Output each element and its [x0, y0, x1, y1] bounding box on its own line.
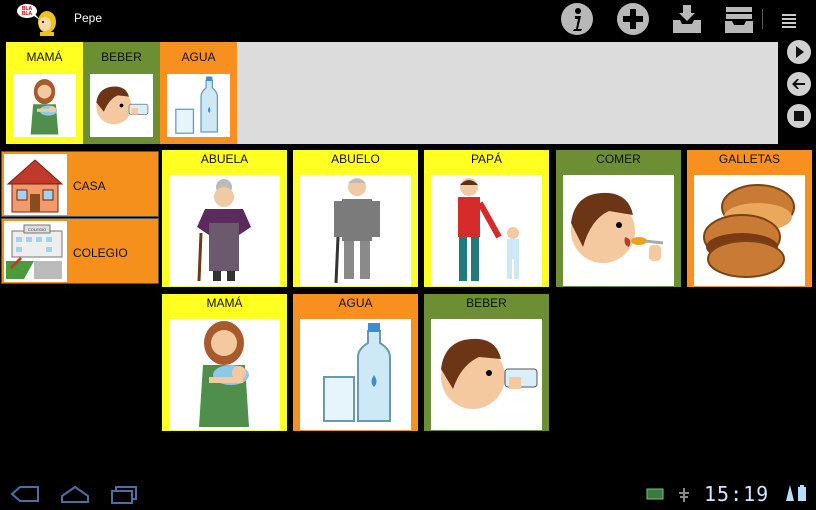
- wifi-icon: [786, 485, 794, 501]
- father-icon: [458, 178, 519, 281]
- sentence-card-mama[interactable]: MAMÁ: [6, 42, 83, 144]
- school-sign: COLEGIO: [28, 227, 46, 232]
- picto-card-agua[interactable]: AGUA: [293, 294, 418, 431]
- sentence-card-agua[interactable]: AGUA: [160, 42, 237, 144]
- mother-baby-picto: [13, 74, 76, 137]
- cookies-icon: [703, 184, 795, 278]
- picto-card-beber[interactable]: BEBER: [424, 294, 549, 431]
- picto-card-abuelo[interactable]: ABUELO: [293, 150, 418, 287]
- eat-picto: [563, 175, 674, 286]
- app-logo: BLA BLA: [17, 4, 56, 36]
- card-label: MAMÁ: [206, 296, 243, 310]
- add-icon[interactable]: [616, 2, 650, 36]
- school-picto: COLEGIO: [4, 221, 67, 282]
- category-casa[interactable]: CASA: [1, 151, 159, 217]
- play-button[interactable]: [787, 40, 811, 64]
- home-nav-button[interactable]: [58, 484, 92, 504]
- mother-baby-icon: [199, 321, 249, 427]
- archive-icon[interactable]: [722, 2, 756, 36]
- back-nav-button[interactable]: [8, 484, 42, 504]
- eat-icon: [571, 192, 664, 263]
- grandmother-icon: [197, 179, 251, 282]
- grandmother-picto: [169, 175, 280, 286]
- card-label: AGUA: [338, 296, 373, 310]
- card-label: BEBER: [466, 296, 507, 310]
- card-label: COMER: [596, 152, 641, 166]
- grandfather-icon: [334, 178, 380, 284]
- sentence-card-beber[interactable]: BEBER: [83, 42, 160, 144]
- recent-apps-button[interactable]: [108, 484, 142, 504]
- card-label: AGUA: [181, 50, 216, 64]
- house-picto: [4, 154, 67, 215]
- info-icon[interactable]: [560, 2, 594, 36]
- clock[interactable]: 15:19: [704, 482, 769, 506]
- toolbar-separator: [762, 9, 763, 29]
- grandfather-picto: [300, 175, 411, 286]
- home-nav-icon: [61, 485, 89, 503]
- picto-card-comer[interactable]: COMER: [556, 150, 681, 287]
- app-window: BLA BLA Pepe MAMÁ BEBER AGUA CASA COLEGI…: [0, 0, 816, 510]
- category-colegio[interactable]: COLEGIO COLEGIO: [1, 218, 159, 284]
- drink-picto: [431, 319, 542, 430]
- card-label: BEBER: [101, 50, 142, 64]
- back-button[interactable]: [787, 72, 811, 96]
- picto-card-abuela[interactable]: ABUELA: [162, 150, 287, 287]
- card-label: GALLETAS: [718, 152, 781, 166]
- picto-card-mama[interactable]: MAMÁ: [162, 294, 287, 431]
- category-label: CASA: [73, 179, 106, 193]
- cookies-picto: [694, 175, 805, 286]
- action-bar: BLA BLA Pepe: [0, 0, 816, 38]
- inbox-icon[interactable]: [670, 2, 704, 36]
- father-picto: [431, 175, 542, 286]
- menu-icon[interactable]: [778, 8, 802, 32]
- card-label: ABUELA: [200, 152, 249, 166]
- sentence-strip[interactable]: MAMÁ BEBER AGUA: [6, 42, 778, 144]
- water-picto: [167, 74, 230, 137]
- back-icon: [792, 79, 805, 89]
- user-name: Pepe: [74, 11, 103, 25]
- card-label: MAMÁ: [26, 50, 63, 64]
- card-label: PAPÁ: [470, 152, 503, 166]
- battery-icon: [798, 485, 806, 501]
- picto-card-galletas[interactable]: GALLETAS: [687, 150, 812, 287]
- school-icon: COLEGIO: [6, 224, 63, 279]
- drink-icon: [96, 86, 149, 125]
- mother-baby-icon: [30, 79, 59, 135]
- drink-picto: [90, 74, 153, 137]
- card-label: ABUELO: [331, 152, 380, 166]
- stop-icon: [794, 111, 804, 121]
- back-nav-icon: [10, 486, 39, 502]
- system-nav-bar: 15:19: [0, 478, 816, 510]
- picto-card-papa[interactable]: PAPÁ: [424, 150, 549, 287]
- water-picto: [300, 319, 411, 430]
- mother-baby-picto: [169, 319, 280, 430]
- notification-icon[interactable]: [646, 488, 664, 500]
- usb-icon[interactable]: [676, 488, 692, 502]
- play-icon: [796, 46, 804, 58]
- water-icon: [323, 323, 391, 422]
- recent-apps-icon: [111, 486, 137, 504]
- house-icon: [6, 159, 64, 213]
- category-label: COLEGIO: [73, 246, 128, 260]
- svg-text:BLA: BLA: [22, 11, 33, 17]
- water-icon: [175, 76, 219, 134]
- drink-icon: [441, 338, 538, 409]
- stop-button[interactable]: [787, 104, 811, 128]
